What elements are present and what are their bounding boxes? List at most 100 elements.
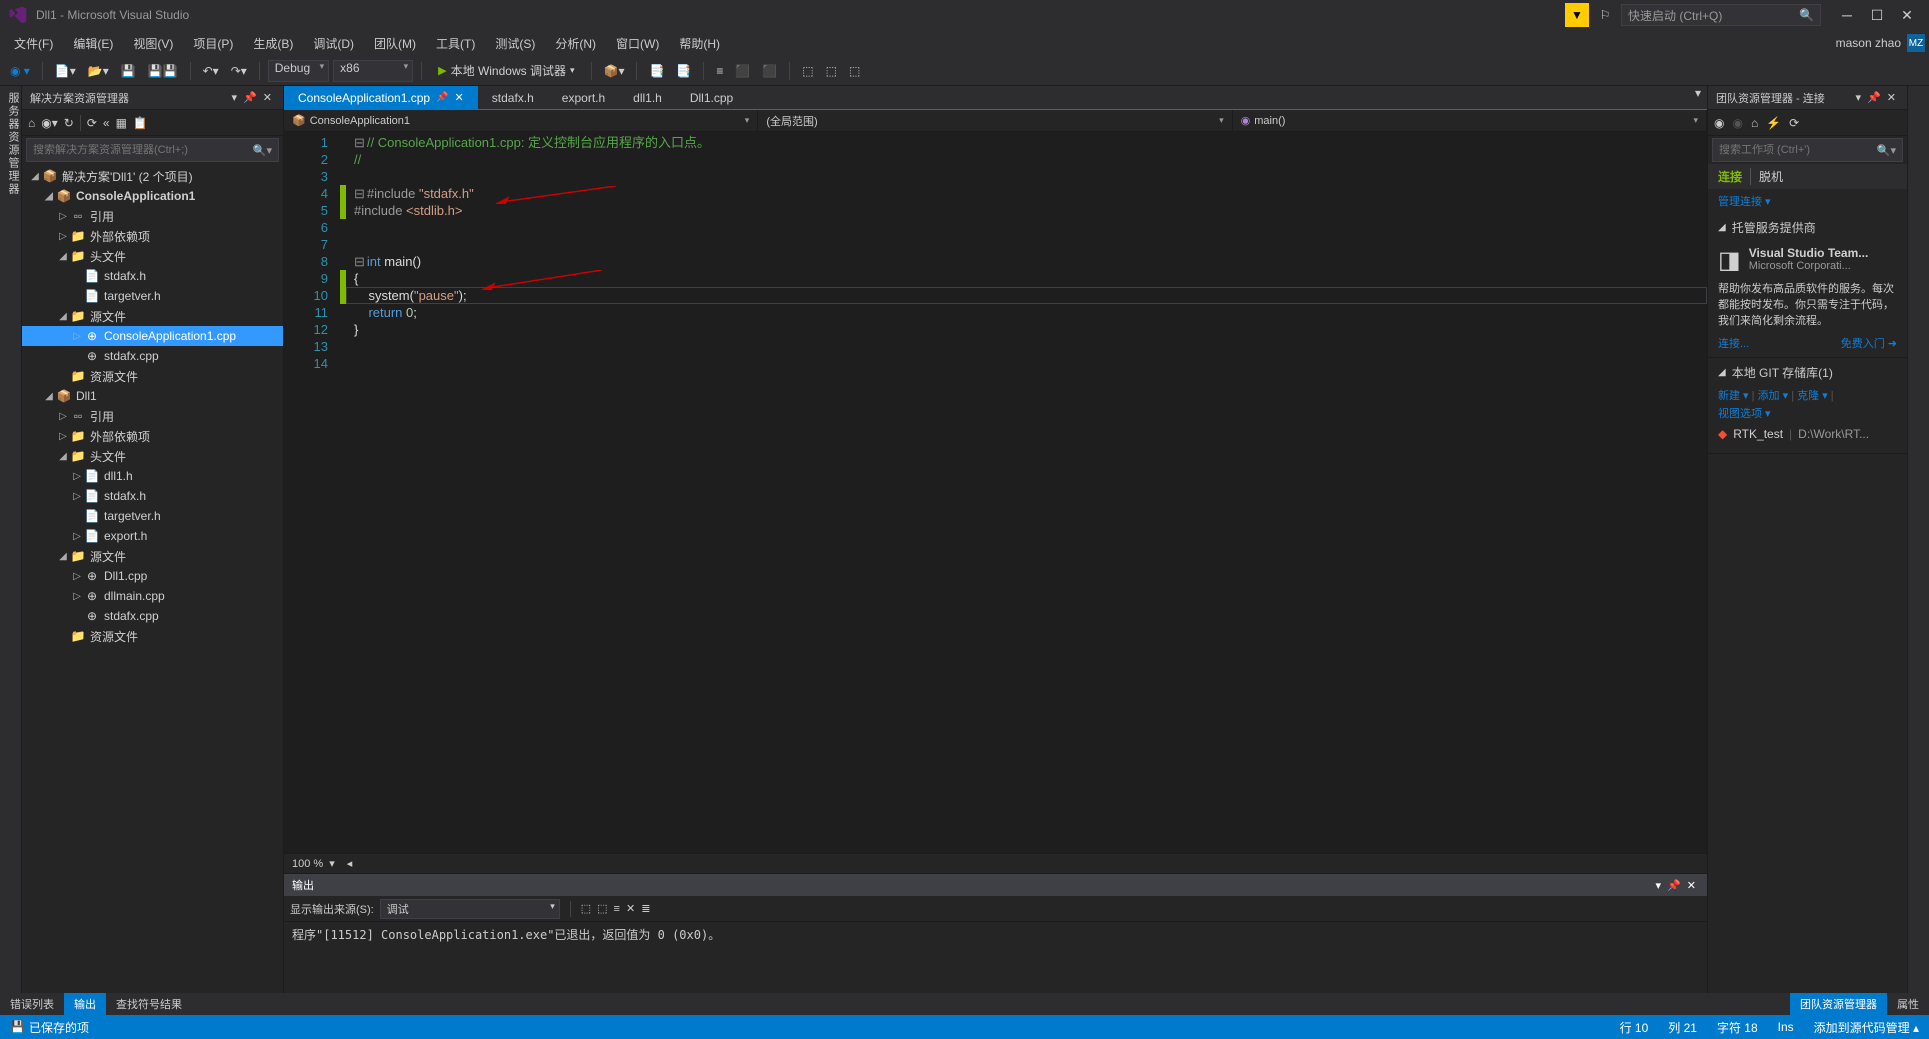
tab-consoleapp-cpp[interactable]: ConsoleApplication1.cpp📌✕ (284, 86, 478, 109)
menu-debug[interactable]: 调试(D) (303, 32, 364, 55)
tab-dll1-h[interactable]: dll1.h (619, 86, 676, 109)
panel-dropdown-icon[interactable]: ▾ (229, 91, 241, 104)
toolbar-btn-7[interactable]: ⬚ (798, 60, 817, 82)
free-start-link[interactable]: 免费入门 ➜ (1841, 335, 1897, 351)
file-targetver-h-2[interactable]: 📄targetver.h (22, 506, 283, 526)
config-dropdown[interactable]: Debug (268, 60, 329, 82)
sources-folder[interactable]: ◢📁源文件 (22, 306, 283, 326)
menu-window[interactable]: 窗口(W) (606, 32, 669, 55)
pin-icon[interactable]: 📌 (436, 92, 448, 103)
git-clone-link[interactable]: 克隆 ▾ (1797, 390, 1828, 402)
references-node-2[interactable]: ▷▫▫引用 (22, 406, 283, 426)
minimize-button[interactable]: ─ (1833, 4, 1861, 26)
toolbar-btn-5[interactable]: ⬛ (731, 60, 754, 82)
user-avatar[interactable]: MZ (1907, 34, 1925, 52)
se-nav-icon[interactable]: ◉▾ (41, 116, 58, 130)
output-btn-3[interactable]: ≡ (614, 903, 620, 915)
solution-search-input[interactable] (33, 144, 253, 156)
start-debug-button[interactable]: ▶ 本地 Windows 调试器 ▾ (430, 60, 582, 82)
file-dll1-h[interactable]: ▷📄dll1.h (22, 466, 283, 486)
toolbar-btn-3[interactable]: 📑 (672, 60, 695, 82)
git-new-link[interactable]: 新建 ▾ (1718, 390, 1749, 402)
panel-pin-icon[interactable]: 📌 (1664, 879, 1684, 892)
external-deps-node[interactable]: ▷📁外部依赖项 (22, 226, 283, 246)
file-dllmain-cpp[interactable]: ▷⊕dllmain.cpp (22, 586, 283, 606)
panel-dropdown-icon[interactable]: ▾ (1653, 879, 1665, 892)
se-showall-icon[interactable]: ▦ (116, 116, 127, 130)
te-back-icon[interactable]: ◉ (1714, 116, 1724, 130)
connect-link[interactable]: 连接... (1718, 335, 1749, 351)
se-collapse-icon[interactable]: « (103, 116, 110, 130)
toolbar-btn-6[interactable]: ⬛ (758, 60, 781, 82)
menu-help[interactable]: 帮助(H) (669, 32, 730, 55)
git-view-link[interactable]: 视图选项 ▾ (1718, 408, 1771, 420)
menu-test[interactable]: 测试(S) (485, 32, 545, 55)
nav-scope-project[interactable]: 📦ConsoleApplication1 (284, 110, 758, 131)
headers-folder-2[interactable]: ◢📁头文件 (22, 446, 283, 466)
output-tab[interactable]: 输出 (64, 993, 106, 1015)
close-icon[interactable]: ✕ (455, 91, 464, 104)
headers-folder[interactable]: ◢📁头文件 (22, 246, 283, 266)
se-properties-icon[interactable]: 📋 (133, 116, 148, 130)
menu-team[interactable]: 团队(M) (364, 32, 426, 55)
references-node[interactable]: ▷▫▫引用 (22, 206, 283, 226)
output-text[interactable]: 程序"[11512] ConsoleApplication1.exe"已退出，返… (284, 922, 1707, 993)
find-results-tab[interactable]: 查找符号结果 (106, 993, 192, 1015)
output-btn-2[interactable]: ⬚ (597, 902, 607, 915)
resources-folder-2[interactable]: 📁资源文件 (22, 626, 283, 646)
team-explorer-tab[interactable]: 团队资源管理器 (1790, 993, 1887, 1015)
output-btn-wrap[interactable]: ≣ (641, 902, 650, 915)
resources-folder[interactable]: 📁资源文件 (22, 366, 283, 386)
properties-tab[interactable]: 属性 (1887, 993, 1929, 1015)
menu-project[interactable]: 项目(P) (183, 32, 243, 55)
panel-pin-icon[interactable]: 📌 (1864, 91, 1884, 104)
hosted-providers-header[interactable]: ◢托管服务提供商 (1718, 219, 1897, 236)
nav-scope-global[interactable]: (全局范围) (758, 110, 1232, 131)
se-home-icon[interactable]: ⌂ (28, 116, 35, 130)
toolbar-btn-1[interactable]: 📦▾ (600, 60, 629, 82)
tab-export-h[interactable]: export.h (548, 86, 619, 109)
output-btn-clear[interactable]: ✕ (626, 902, 635, 915)
tab-stdafx-h[interactable]: stdafx.h (478, 86, 548, 109)
open-button[interactable]: 📂▾ (84, 60, 113, 82)
code-content[interactable]: ⊟// ConsoleApplication1.cpp: 定义控制台应用程序的入… (346, 132, 1707, 853)
menu-analyze[interactable]: 分析(N) (545, 32, 606, 55)
solution-explorer-search[interactable]: 🔍▾ (26, 138, 279, 162)
file-stdafx-cpp[interactable]: ⊕stdafx.cpp (22, 346, 283, 366)
output-btn-1[interactable]: ⬚ (581, 902, 591, 915)
project-dll1[interactable]: ◢📦Dll1 (22, 386, 283, 406)
zoom-indicator-icon[interactable]: ◂ (347, 857, 353, 870)
external-deps-node-2[interactable]: ▷📁外部依赖项 (22, 426, 283, 446)
se-sync-icon[interactable]: ↻ (64, 116, 74, 130)
nav-back-button[interactable]: ◉ ▾ (6, 60, 34, 82)
local-git-header[interactable]: ◢本地 GIT 存储库(1) (1718, 364, 1897, 381)
panel-close-icon[interactable]: ✕ (1684, 879, 1699, 892)
file-consoleapp-cpp[interactable]: ▷⊕ConsoleApplication1.cpp (22, 326, 283, 346)
te-forward-icon[interactable]: ◉ (1732, 116, 1742, 130)
panel-close-icon[interactable]: ✕ (1884, 91, 1899, 104)
platform-dropdown[interactable]: x86 (333, 60, 413, 82)
close-button[interactable]: ✕ (1893, 4, 1921, 26)
feedback-icon[interactable]: ⚐ (1593, 3, 1617, 27)
zoom-dropdown-icon[interactable]: ▾ (329, 857, 335, 870)
file-dll1-cpp[interactable]: ▷⊕Dll1.cpp (22, 566, 283, 586)
user-name[interactable]: mason zhao (1836, 36, 1901, 50)
menu-edit[interactable]: 编辑(E) (63, 32, 123, 55)
team-search[interactable]: 🔍▾ (1712, 138, 1903, 162)
panel-close-icon[interactable]: ✕ (260, 91, 275, 104)
file-stdafx-h[interactable]: 📄stdafx.h (22, 266, 283, 286)
error-list-tab[interactable]: 错误列表 (0, 993, 64, 1015)
file-targetver-h[interactable]: 📄targetver.h (22, 286, 283, 306)
toolbar-btn-8[interactable]: ⬚ (822, 60, 841, 82)
notification-badge[interactable]: ▼ (1565, 3, 1589, 27)
nav-scope-function[interactable]: ◉main() (1233, 110, 1707, 131)
new-file-button[interactable]: 📄▾ (51, 60, 80, 82)
zoom-level[interactable]: 100 % (292, 858, 323, 870)
toolbar-btn-4[interactable]: ≡ (712, 60, 727, 82)
save-button[interactable]: 💾 (117, 60, 140, 82)
repo-name[interactable]: RTK_test (1733, 427, 1783, 441)
se-refresh-icon[interactable]: ⟳ (87, 116, 97, 130)
te-home-icon[interactable]: ⌂ (1751, 116, 1758, 130)
solution-node[interactable]: ◢📦解决方案'Dll1' (2 个项目) (22, 166, 283, 186)
team-search-input[interactable] (1719, 144, 1877, 156)
